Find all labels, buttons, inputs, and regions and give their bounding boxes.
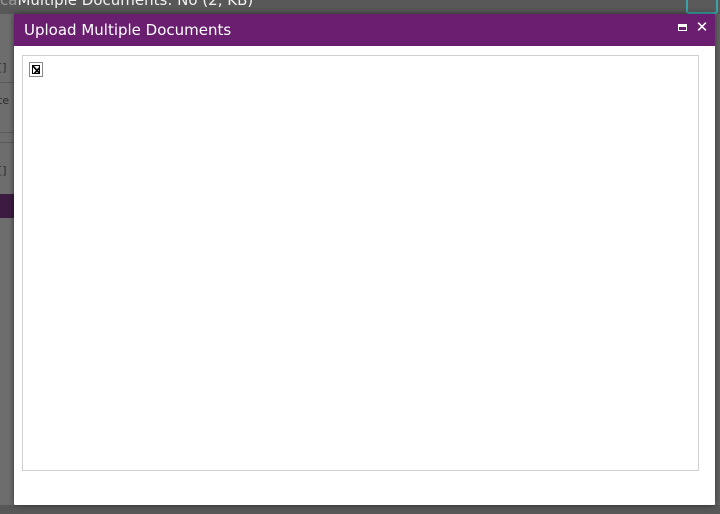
background-header: caMultiple Documents: No (2, KB) <box>0 0 720 14</box>
background-corner-button <box>686 0 718 14</box>
dialog-titlebar[interactable]: Upload Multiple Documents ✕ <box>14 14 715 46</box>
dialog-content-frame[interactable] <box>22 55 699 471</box>
broken-frame-icon <box>29 62 43 77</box>
background-right-strip <box>716 14 720 514</box>
background-divider <box>0 132 14 133</box>
dialog-title: Upload Multiple Documents <box>24 21 232 39</box>
background-divider <box>0 82 14 83</box>
close-icon: ✕ <box>695 18 709 36</box>
background-fragment-1: [] <box>0 61 7 74</box>
background-fragment-3: [] <box>0 164 7 177</box>
background-page-title: caMultiple Documents: No (2, KB) <box>0 0 254 9</box>
upload-dialog: Upload Multiple Documents ✕ <box>14 14 715 505</box>
broken-frame-icon-inner <box>32 65 40 74</box>
background-bottom-strip <box>0 505 720 514</box>
background-fragment-2: te <box>0 94 10 107</box>
maximize-icon <box>677 24 687 31</box>
close-button[interactable]: ✕ <box>694 19 710 35</box>
background-divider <box>0 142 14 143</box>
background-purple-button <box>0 194 14 218</box>
maximize-button[interactable] <box>674 19 690 35</box>
background-left-panel: [] te [] <box>0 14 14 514</box>
broken-frame-cross <box>33 66 39 73</box>
